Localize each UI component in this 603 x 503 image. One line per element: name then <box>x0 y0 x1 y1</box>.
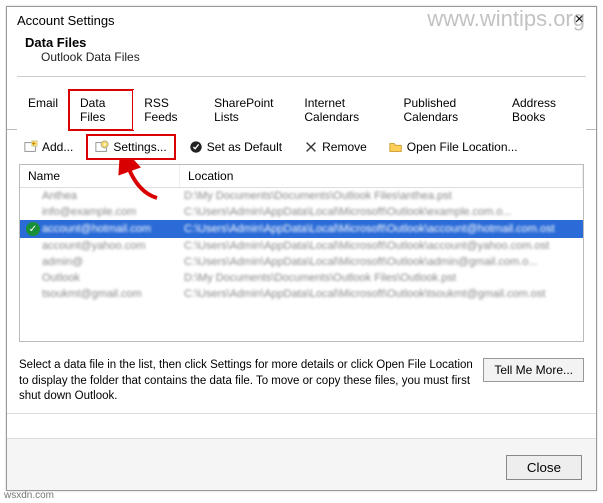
settings-label: Settings... <box>113 140 166 154</box>
titlebar: Account Settings × <box>7 7 596 31</box>
settings-button[interactable]: Settings... <box>88 136 173 158</box>
tab-sharepoint-lists[interactable]: SharePoint Lists <box>203 90 293 130</box>
folder-open-icon <box>389 140 403 154</box>
list-row[interactable]: ✓ account@hotmail.com C:\Users\Admin\App… <box>20 220 583 238</box>
row-location: C:\Users\Admin\AppData\Local\Microsoft\O… <box>184 206 583 218</box>
open-file-location-button[interactable]: Open File Location... <box>382 136 525 158</box>
row-location: C:\Users\Admin\AppData\Local\Microsoft\O… <box>184 256 583 268</box>
row-location: D:\My Documents\Documents\Outlook Files\… <box>184 272 583 284</box>
row-name: Outlook <box>42 272 184 284</box>
list-row[interactable]: Anthea D:\My Documents\Documents\Outlook… <box>20 188 583 204</box>
dialog-subheader: Data Files Outlook Data Files <box>7 31 596 72</box>
close-icon[interactable]: × <box>571 11 588 29</box>
subheader-title: Data Files <box>25 35 578 50</box>
tell-me-more-button[interactable]: Tell Me More... <box>483 358 584 382</box>
add-button[interactable]: Add... <box>17 136 80 158</box>
row-name: admin@ <box>42 256 184 268</box>
set-default-button[interactable]: Set as Default <box>182 136 289 158</box>
open-file-location-label: Open File Location... <box>407 140 518 154</box>
list-header: Name Location <box>20 165 583 188</box>
row-location: C:\Users\Admin\AppData\Local\Microsoft\O… <box>184 288 583 300</box>
data-files-list[interactable]: Name Location Anthea D:\My Documents\Doc… <box>19 164 584 342</box>
tab-address-books[interactable]: Address Books <box>501 90 586 130</box>
list-row[interactable]: info@example.com C:\Users\Admin\AppData\… <box>20 204 583 220</box>
remove-x-icon <box>304 140 318 154</box>
remove-button[interactable]: Remove <box>297 136 374 158</box>
source-site-text: wsxdn.com <box>4 490 54 501</box>
dialog-button-bar: Close <box>7 438 596 490</box>
tabs: Email Data Files RSS Feeds SharePoint Li… <box>7 77 596 130</box>
list-row[interactable]: tsoukmt@gmail.com C:\Users\Admin\AppData… <box>20 286 583 302</box>
list-row[interactable]: account@yahoo.com C:\Users\Admin\AppData… <box>20 238 583 254</box>
set-default-label: Set as Default <box>207 140 282 154</box>
footer: Select a data file in the list, then cli… <box>7 350 596 414</box>
column-header-location[interactable]: Location <box>180 165 583 187</box>
list-row[interactable]: admin@ C:\Users\Admin\AppData\Local\Micr… <box>20 254 583 270</box>
dialog-title: Account Settings <box>17 13 115 28</box>
row-location: D:\My Documents\Documents\Outlook Files\… <box>184 190 583 202</box>
add-label: Add... <box>42 140 73 154</box>
row-name: account@yahoo.com <box>42 240 184 252</box>
row-name: info@example.com <box>42 206 184 218</box>
row-location: C:\Users\Admin\AppData\Local\Microsoft\O… <box>184 240 583 252</box>
tab-data-files[interactable]: Data Files <box>69 90 133 130</box>
footer-help-text: Select a data file in the list, then cli… <box>19 358 473 405</box>
settings-icon <box>95 140 109 154</box>
check-circle-icon <box>189 140 203 154</box>
tab-rss-feeds[interactable]: RSS Feeds <box>133 90 203 130</box>
tab-email[interactable]: Email <box>17 90 69 130</box>
toolbar: Add... Settings... Set as Default Remove <box>7 130 596 164</box>
row-default-indicator: ✓ <box>24 222 42 236</box>
column-header-name[interactable]: Name <box>20 165 180 187</box>
remove-label: Remove <box>322 140 367 154</box>
tab-published-calendars[interactable]: Published Calendars <box>392 90 500 130</box>
account-settings-dialog: Account Settings × Data Files Outlook Da… <box>6 6 597 491</box>
close-button[interactable]: Close <box>506 455 582 480</box>
row-name: tsoukmt@gmail.com <box>42 288 184 300</box>
row-location: C:\Users\Admin\AppData\Local\Microsoft\O… <box>184 223 583 235</box>
row-name: account@hotmail.com <box>42 223 184 235</box>
default-checkmark-icon: ✓ <box>26 222 40 236</box>
subheader-desc: Outlook Data Files <box>25 50 578 64</box>
add-icon <box>24 140 38 154</box>
row-name: Anthea <box>42 190 184 202</box>
list-row[interactable]: Outlook D:\My Documents\Documents\Outloo… <box>20 270 583 286</box>
tab-internet-calendars[interactable]: Internet Calendars <box>293 90 392 130</box>
